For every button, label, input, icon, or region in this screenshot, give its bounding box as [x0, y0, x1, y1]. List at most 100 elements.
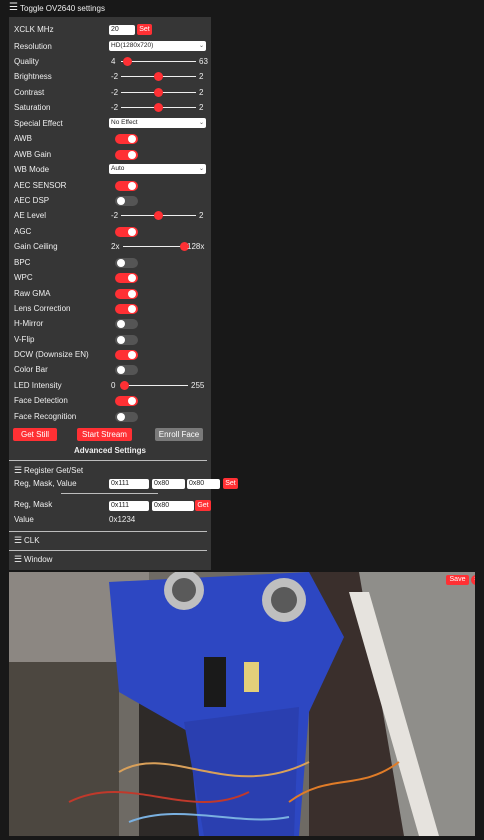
- face-recognition-toggle[interactable]: [115, 412, 138, 422]
- v-flip-toggle[interactable]: [115, 335, 138, 345]
- ae-level-slider-thumb[interactable]: [154, 211, 163, 220]
- hamburger-icon: ☰: [14, 465, 23, 475]
- toggle-knob: [128, 397, 136, 405]
- contrast-label: Contrast: [14, 88, 45, 97]
- close-icon[interactable]: ×: [471, 575, 475, 585]
- agc-toggle[interactable]: [115, 227, 138, 237]
- gain-ceiling-min: 2x: [111, 242, 120, 251]
- wb-mode-select[interactable]: Auto ⌄: [109, 164, 206, 174]
- dcw-row: DCW (Downsize EN): [9, 347, 211, 363]
- bpc-row: BPC: [9, 255, 211, 271]
- reg-set-row: Reg, Mask, Value 0x111 0x80 0x80 Set: [9, 476, 238, 492]
- divider: [9, 460, 207, 461]
- reg-get-button[interactable]: Get: [195, 500, 211, 511]
- lens-correction-toggle[interactable]: [115, 304, 138, 314]
- xclk-input[interactable]: 20: [109, 25, 135, 35]
- reg-set-register-input[interactable]: 0x111: [109, 479, 149, 489]
- lens-correction-label: Lens Correction: [14, 304, 71, 313]
- awb-toggle[interactable]: [115, 134, 138, 144]
- led-intensity-slider-track[interactable]: [121, 385, 188, 386]
- aec-sensor-toggle[interactable]: [115, 181, 138, 191]
- register-section-header[interactable]: ☰ Register Get/Set: [9, 463, 211, 477]
- agc-label: AGC: [14, 227, 32, 236]
- v-flip-row: V-Flip: [9, 332, 211, 348]
- raw-gma-row: Raw GMA: [9, 286, 211, 302]
- window-section-header[interactable]: ☰ Window: [9, 552, 211, 566]
- reg-get-mask-input[interactable]: 0x80: [152, 501, 194, 511]
- contrast-slider-thumb[interactable]: [154, 88, 163, 97]
- special-effect-label: Special Effect: [14, 119, 63, 128]
- led-intensity-label: LED Intensity: [14, 381, 62, 390]
- gain-ceiling-slider-track[interactable]: [123, 246, 184, 247]
- toggle-knob: [128, 290, 136, 298]
- toggle-knob: [117, 320, 125, 328]
- settings-toggle-label: Toggle OV2640 settings: [20, 4, 105, 13]
- color-bar-toggle[interactable]: [115, 365, 138, 375]
- save-image-button[interactable]: Save: [446, 575, 469, 585]
- reg-value-label: Value: [14, 515, 34, 524]
- reg-set-button[interactable]: Set: [223, 478, 238, 489]
- ae-level-min: -2: [111, 211, 119, 220]
- bpc-toggle[interactable]: [115, 258, 138, 268]
- toggle-knob: [128, 135, 136, 143]
- ae-level-row: AE Level -2 2: [9, 208, 211, 224]
- face-detection-toggle[interactable]: [115, 396, 138, 406]
- wpc-toggle[interactable]: [115, 273, 138, 283]
- wb-mode-value: Auto: [111, 165, 125, 172]
- aec-sensor-row: AEC SENSOR: [9, 178, 211, 194]
- camera-frame-image: [9, 572, 475, 836]
- reg-get-row: Reg, Mask 0x111 0x80 Get: [9, 497, 211, 513]
- clk-section-header[interactable]: ☰ CLK: [9, 533, 211, 547]
- toggle-knob: [117, 336, 125, 344]
- quality-slider-thumb[interactable]: [122, 57, 132, 66]
- reg-set-mask-input[interactable]: 0x80: [152, 479, 185, 489]
- reg-set-value-input[interactable]: 0x80: [187, 479, 220, 489]
- contrast-min: -2: [111, 88, 119, 97]
- quality-slider-track[interactable]: [121, 61, 196, 62]
- quality-row: Quality 4 63: [9, 54, 211, 70]
- get-still-button[interactable]: Get Still: [13, 428, 57, 441]
- resolution-select[interactable]: HD(1280x720) ⌄: [109, 41, 206, 51]
- dcw-toggle[interactable]: [115, 350, 138, 360]
- h-mirror-toggle[interactable]: [115, 319, 138, 329]
- toggle-knob: [117, 413, 125, 421]
- color-bar-label: Color Bar: [14, 365, 48, 374]
- face-recognition-label: Face Recognition: [14, 412, 77, 421]
- reg-get-register-input[interactable]: 0x111: [109, 501, 149, 511]
- register-section-title: Register Get/Set: [24, 466, 84, 475]
- special-effect-row: Special Effect No Effect ⌄: [9, 116, 211, 132]
- led-intensity-slider-thumb[interactable]: [119, 381, 129, 390]
- ae-level-max: 2: [199, 211, 204, 220]
- gain-ceiling-max: 128x: [187, 242, 205, 251]
- led-intensity-row: LED Intensity 0 255: [9, 378, 211, 394]
- special-effect-select[interactable]: No Effect ⌄: [109, 118, 206, 128]
- reg-value-row: Value 0x1234: [9, 512, 211, 528]
- brightness-row: Brightness -2 2: [9, 69, 211, 85]
- bpc-label: BPC: [14, 258, 31, 267]
- xclk-set-button[interactable]: Set: [137, 24, 152, 35]
- start-stream-button[interactable]: Start Stream: [77, 428, 132, 441]
- raw-gma-label: Raw GMA: [14, 289, 51, 298]
- toggle-knob: [117, 259, 125, 267]
- settings-toggle-bar[interactable]: ☰ Toggle OV2640 settings: [0, 0, 484, 17]
- resolution-row: Resolution HD(1280x720) ⌄: [9, 39, 211, 55]
- reg-get-label: Reg, Mask: [14, 500, 53, 509]
- aec-dsp-toggle[interactable]: [115, 196, 138, 206]
- clk-section-title: CLK: [24, 536, 40, 545]
- aec-dsp-label: AEC DSP: [14, 196, 50, 205]
- hamburger-icon: ☰: [14, 554, 23, 564]
- ae-level-label: AE Level: [14, 211, 47, 220]
- divider: [61, 493, 158, 494]
- awb-gain-row: AWB Gain: [9, 147, 211, 163]
- led-intensity-max: 255: [191, 381, 205, 390]
- quality-label: Quality: [14, 57, 39, 66]
- window-section-title: Window: [24, 555, 53, 564]
- awb-gain-toggle[interactable]: [115, 150, 138, 160]
- contrast-row: Contrast -2 2: [9, 85, 211, 101]
- brightness-slider-thumb[interactable]: [154, 72, 163, 81]
- saturation-slider-thumb[interactable]: [154, 103, 163, 112]
- wpc-row: WPC: [9, 270, 211, 286]
- gain-ceiling-row: Gain Ceiling 2x 128x: [9, 239, 211, 255]
- enroll-face-button[interactable]: Enroll Face: [155, 428, 203, 441]
- raw-gma-toggle[interactable]: [115, 289, 138, 299]
